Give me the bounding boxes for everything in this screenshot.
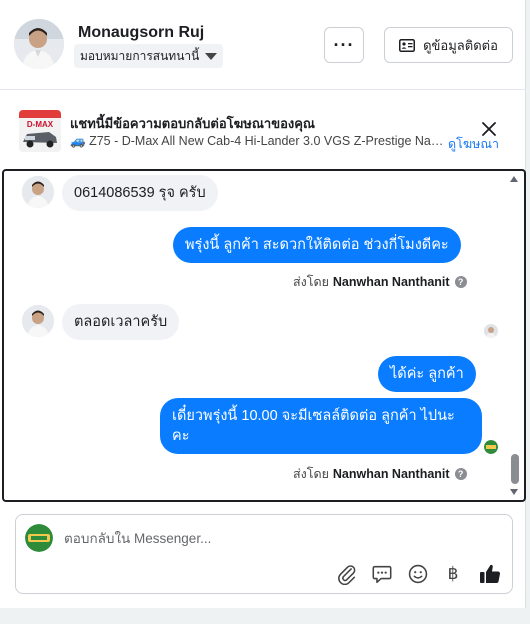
- attach-file-button[interactable]: [335, 562, 359, 586]
- contact-info-label: ดูข้อมูลติดต่อ: [423, 37, 498, 53]
- ad-name: 🚙 Z75 - D-Max All New Cab-4 Hi-Lander 3.…: [70, 134, 445, 149]
- scroll-down-arrow-icon[interactable]: [510, 489, 518, 495]
- saved-replies-button[interactable]: [370, 562, 394, 586]
- chat-bubble-icon: [372, 565, 392, 584]
- ad-name-text: Z75 - D-Max All New Cab-4 Hi-Lander 3.0 …: [89, 134, 445, 148]
- contact-message-avatar: [22, 176, 54, 208]
- help-icon[interactable]: ?: [454, 468, 467, 480]
- ad-context-bar: D-MAX แชทนี้มีข้อความตอบกลับต่อโฆษณาของค…: [0, 100, 526, 162]
- assign-label: มอบหมายการสนทนานี้: [80, 48, 200, 63]
- page-avatar: [25, 524, 53, 552]
- scroll-up-arrow-icon[interactable]: [510, 176, 518, 182]
- sent-by-label: ส่งโดย Nanwhan Nanthanit ?: [293, 272, 467, 292]
- view-contact-info-button[interactable]: ดูข้อมูลติดต่อ: [384, 27, 513, 63]
- ad-reply-title: แชทนี้มีข้อความตอบกลับต่อโฆษณาของคุณ: [70, 116, 315, 131]
- ad-thumb-text: D-MAX: [27, 120, 54, 129]
- reply-composer: ฿: [15, 514, 513, 594]
- message-bubble-outgoing: ได้ค่ะ ลูกค้า: [378, 356, 476, 392]
- smiley-icon: [408, 564, 428, 584]
- close-ad-bar-button[interactable]: [480, 120, 498, 138]
- caret-down-icon: [205, 52, 218, 60]
- sent-by-name: Nanwhan Nanthanit: [332, 467, 450, 481]
- chat-scrollbar[interactable]: [510, 171, 522, 500]
- contact-avatar[interactable]: [14, 19, 64, 69]
- reply-input[interactable]: [64, 527, 494, 549]
- help-icon[interactable]: ?: [454, 276, 467, 288]
- message-bubble-outgoing: พรุ่งนี้ ลูกค้า สะดวกให้ติดต่อ ช่วงกี่โม…: [173, 227, 461, 263]
- message-bubble-outgoing: เดี๋ยวพรุ่งนี้ 10.00 จะมีเซลล์ติดต่อ ลูก…: [160, 398, 482, 454]
- contact-card-icon: [399, 38, 416, 52]
- more-options-button[interactable]: ···: [324, 27, 364, 63]
- sent-by-prefix: ส่งโดย: [293, 467, 329, 481]
- ad-thumbnail[interactable]: D-MAX: [19, 110, 61, 152]
- car-emoji-icon: 🚙: [70, 134, 86, 148]
- scrollbar-thumb[interactable]: [511, 454, 519, 484]
- message-bubble-incoming: 0614086539 รุจ ครับ: [62, 175, 218, 211]
- conversation-panel: Monaugsorn Ruj มอบหมายการสนทนานี้ ··· ดู…: [0, 0, 526, 608]
- sent-by-label: ส่งโดย Nanwhan Nanthanit ?: [293, 464, 467, 484]
- sent-by-name: Nanwhan Nanthanit: [332, 275, 450, 289]
- emoji-button[interactable]: [406, 562, 430, 586]
- payment-button[interactable]: ฿: [441, 562, 465, 586]
- baht-icon: ฿: [447, 564, 459, 584]
- contact-name: Monaugsorn Ruj: [78, 24, 205, 41]
- sent-by-prefix: ส่งโดย: [293, 275, 329, 289]
- contact-seen-avatar: [484, 324, 498, 338]
- page-seen-avatar: [484, 440, 498, 454]
- assign-conversation-dropdown[interactable]: มอบหมายการสนทนานี้: [74, 44, 224, 68]
- close-icon: [482, 122, 496, 136]
- thumbs-up-icon: [480, 564, 501, 584]
- like-button[interactable]: [478, 562, 502, 586]
- paperclip-icon: [338, 565, 356, 585]
- conversation-header: Monaugsorn Ruj มอบหมายการสนทนานี้ ··· ดู…: [0, 0, 526, 90]
- message-bubble-incoming: ตลอดเวลาครับ: [62, 304, 180, 340]
- contact-message-avatar: [22, 305, 54, 337]
- message-thread[interactable]: 0614086539 รุจ ครับ พรุ่งนี้ ลูกค้า สะดว…: [2, 169, 526, 502]
